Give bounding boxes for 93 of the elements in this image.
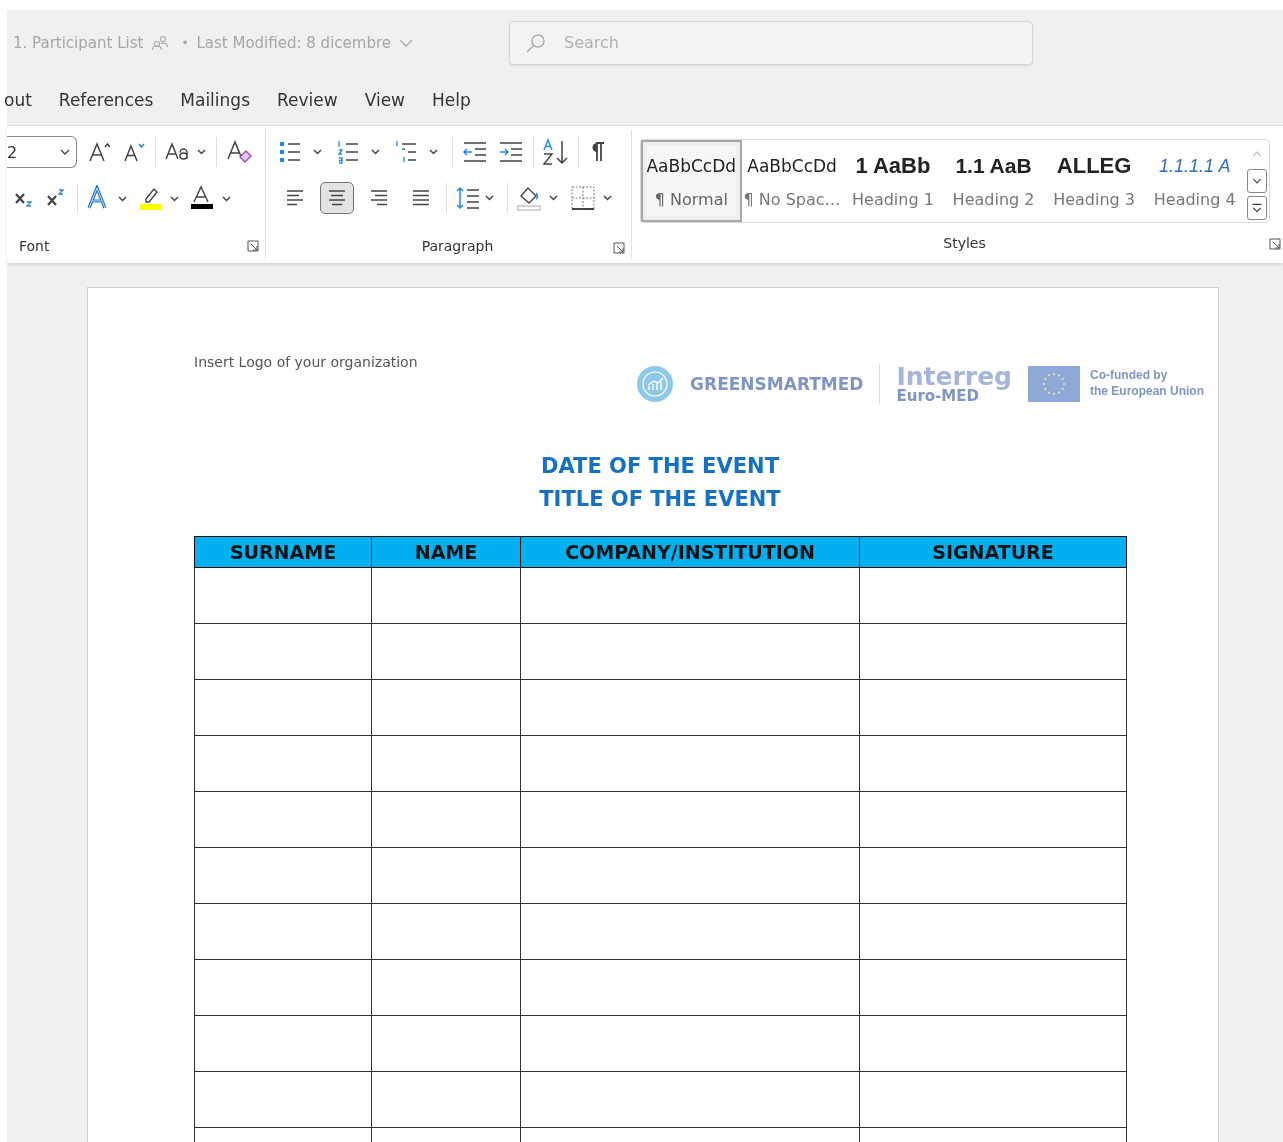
table-cell[interactable] xyxy=(859,1015,1127,1072)
table-cell[interactable] xyxy=(859,679,1127,736)
table-cell[interactable] xyxy=(520,623,860,680)
group-label: Paragraph xyxy=(421,238,494,255)
table-cell[interactable] xyxy=(194,903,372,960)
table-cell[interactable] xyxy=(194,959,372,1016)
table-cell[interactable] xyxy=(520,959,860,1016)
table-cell[interactable] xyxy=(859,567,1127,624)
table-cell[interactable] xyxy=(520,791,860,848)
project-logo-text: GREENSMARTMED xyxy=(690,374,864,394)
column-header: NAME xyxy=(371,536,521,568)
menu-tab[interactable]: Review xyxy=(277,90,338,110)
menu-tab[interactable]: View xyxy=(364,90,405,110)
style-item[interactable]: AaBbCcDd ¶ No Spac… xyxy=(741,140,843,222)
dialog-launcher-icon[interactable] xyxy=(1269,238,1281,250)
highlighter-icon[interactable] xyxy=(138,185,182,211)
table-cell[interactable] xyxy=(859,847,1127,904)
table-cell[interactable] xyxy=(859,959,1127,1016)
text-effects-icon[interactable] xyxy=(86,185,130,211)
align-button[interactable] xyxy=(320,182,354,214)
style-item[interactable]: AaBbCcDd ¶ Normal xyxy=(641,140,742,222)
table-cell[interactable] xyxy=(194,791,372,848)
event-title: TITLE OF THE EVENT xyxy=(539,486,781,513)
funding-text: Co-funded by xyxy=(1090,368,1169,384)
table-cell[interactable] xyxy=(859,791,1127,848)
menu-tab[interactable]: Help xyxy=(432,90,471,110)
table-cell[interactable] xyxy=(371,623,521,680)
table-cell[interactable] xyxy=(371,959,521,1016)
table-cell[interactable] xyxy=(520,735,860,792)
table-cell[interactable] xyxy=(194,735,372,792)
table-cell[interactable] xyxy=(520,903,860,960)
table-cell[interactable] xyxy=(371,847,521,904)
table-cell[interactable] xyxy=(520,567,860,624)
text-align-icon xyxy=(368,188,390,208)
programme-logo-text: Interreg xyxy=(896,364,1012,389)
column-header: COMPANY/INSTITUTION xyxy=(520,536,860,568)
text-align-icon xyxy=(284,188,306,208)
text-align-icon xyxy=(410,188,432,208)
people-icon xyxy=(151,34,170,51)
group-label: Styles xyxy=(943,235,986,251)
table-cell[interactable] xyxy=(520,1015,860,1072)
table-cell[interactable] xyxy=(371,903,521,960)
style-item[interactable]: ALLEG Heading 3 xyxy=(1043,140,1145,222)
table-cell[interactable] xyxy=(859,903,1127,960)
table-cell[interactable] xyxy=(371,1015,521,1072)
style-item[interactable]: 1.1 AaB Heading 2 xyxy=(943,140,1044,222)
table-cell[interactable] xyxy=(859,1071,1127,1128)
funding-text: the European Union xyxy=(1090,384,1204,400)
table-cell[interactable] xyxy=(371,735,521,792)
table-cell[interactable] xyxy=(194,1015,372,1072)
style-item[interactable]: 1 AaBb Heading 1 xyxy=(842,140,944,222)
dialog-launcher-icon[interactable] xyxy=(247,240,259,253)
font-size-dropdown[interactable]: 2 xyxy=(7,136,77,168)
table-cell[interactable] xyxy=(194,847,372,904)
table-cell[interactable] xyxy=(520,679,860,736)
decrease-indent-icon[interactable] xyxy=(461,139,489,165)
table-cell[interactable] xyxy=(371,567,521,624)
programme-subtitle: Euro-MED xyxy=(896,389,979,404)
more-styles-icon[interactable] xyxy=(1247,196,1267,220)
increase-indent-icon[interactable] xyxy=(497,139,525,165)
table-cell[interactable] xyxy=(371,679,521,736)
separator-dot: • xyxy=(181,35,189,50)
table-cell[interactable] xyxy=(520,1071,860,1128)
table-cell[interactable] xyxy=(194,567,372,624)
scroll-down-icon[interactable] xyxy=(1247,169,1267,193)
eu-flag-icon xyxy=(1028,366,1080,402)
table-cell[interactable] xyxy=(371,1071,521,1128)
table-cell[interactable] xyxy=(859,735,1127,792)
table-cell[interactable] xyxy=(194,623,372,680)
menu-tab[interactable]: out xyxy=(4,90,32,110)
dialog-launcher-icon[interactable] xyxy=(613,241,625,254)
text-align-icon xyxy=(326,188,348,208)
header-note: Insert Logo of your organization xyxy=(194,354,418,370)
table-cell[interactable] xyxy=(520,847,860,904)
search-icon xyxy=(525,31,547,54)
grow-font-icon[interactable] xyxy=(87,140,113,164)
font-color-icon[interactable] xyxy=(190,185,234,211)
table-cell[interactable] xyxy=(371,791,521,848)
clear-formatting-icon[interactable] xyxy=(225,139,253,165)
search-field[interactable]: Search xyxy=(509,20,1033,65)
table-cell[interactable] xyxy=(859,623,1127,680)
menu-tab[interactable]: References xyxy=(58,90,154,110)
column-header: SURNAME xyxy=(194,536,372,568)
chart-circle-icon xyxy=(636,365,675,403)
chevron-down-icon xyxy=(60,149,70,155)
sort-icon[interactable] xyxy=(542,138,570,166)
table-cell[interactable] xyxy=(194,679,372,736)
style-item[interactable]: 1.1.1.1 A Heading 4 xyxy=(1144,140,1245,222)
group-label: Font xyxy=(19,238,50,255)
column-header: SIGNATURE xyxy=(859,536,1127,568)
menu-tab[interactable]: Mailings xyxy=(180,90,250,110)
table-cell[interactable] xyxy=(194,1071,372,1128)
event-title: DATE OF THE EVENT xyxy=(541,453,779,480)
